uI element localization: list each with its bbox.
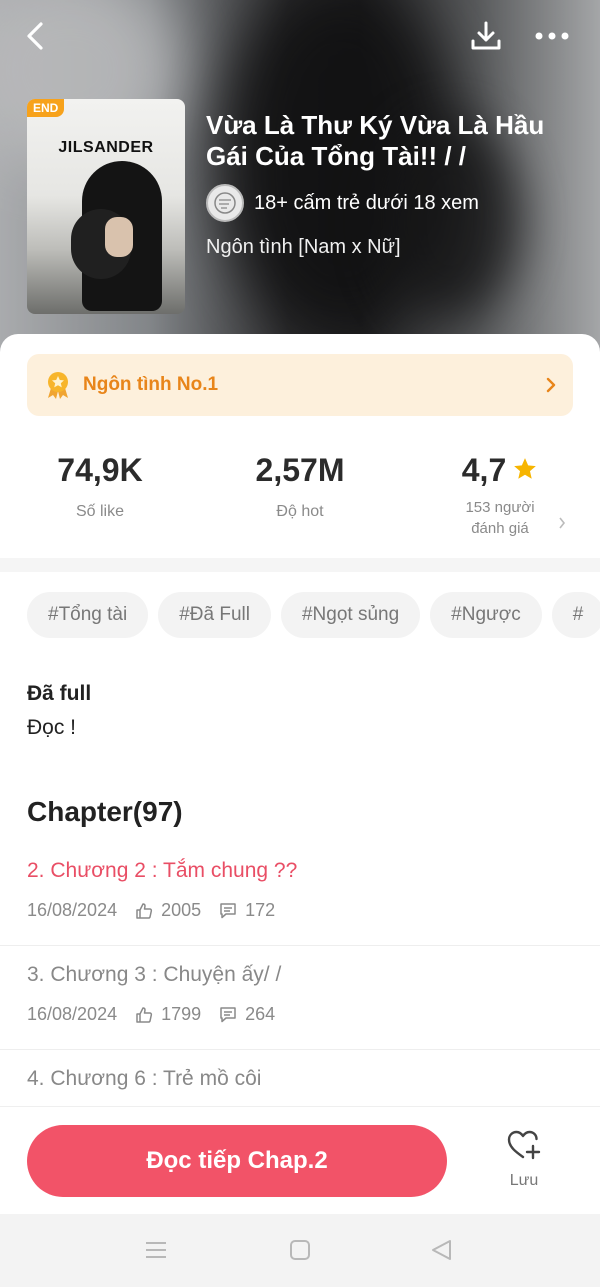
- hot-value: 2,57M: [255, 452, 345, 488]
- more-options-button[interactable]: [532, 16, 572, 56]
- cover-brand: JILSANDER: [58, 139, 154, 156]
- chapter-date: 16/08/2024: [27, 1004, 118, 1024]
- bottom-action-bar: Đọc tiếp Chap.2 Lưu: [0, 1106, 600, 1215]
- save-button[interactable]: Lưu: [496, 1129, 552, 1190]
- genre-label: Ngôn tình [Nam x Nữ]: [206, 236, 401, 258]
- comment-icon: [220, 902, 236, 918]
- hot-stat: 2,57M Độ hot: [240, 452, 360, 521]
- menu-icon[interactable]: [145, 1238, 167, 1262]
- tag-list: #Tổng tài #Đã Full #Ngọt sủng #Ngược #: [27, 592, 600, 640]
- description-title: Đã full: [27, 682, 92, 705]
- chapter-meta: 16/08/2024 1799 264: [27, 1004, 275, 1025]
- stats-row: 74,9K Số like 2,57M Độ hot 4,7 153 người…: [0, 448, 600, 558]
- likes-value: 74,9K: [57, 452, 143, 488]
- chapter-meta: 16/08/2024 2005 172: [27, 900, 275, 921]
- continue-reading-button[interactable]: Đọc tiếp Chap.2: [27, 1125, 447, 1197]
- description-body: Đọc !: [27, 716, 77, 739]
- chapter-list-heading: Chapter(97): [27, 796, 183, 827]
- chapter-title: 4. Chương 6 : Trẻ mồ côi: [27, 1067, 262, 1090]
- chapter-likes: 1799: [161, 1004, 202, 1024]
- rating-count-label: 153 người: [465, 499, 535, 516]
- download-icon: [471, 21, 501, 50]
- chevron-right-icon: [559, 517, 566, 529]
- section-divider: [0, 558, 600, 572]
- rating-stat[interactable]: 4,7 153 người đánh giá: [440, 452, 570, 539]
- likes-stat: 74,9K Số like: [40, 452, 160, 521]
- age-rating-text: 18+ cấm trẻ dưới 18 xem: [254, 191, 479, 214]
- chapter-date: 16/08/2024: [27, 900, 118, 920]
- thumbs-up-icon: [136, 1006, 153, 1023]
- more-icon: [535, 32, 569, 40]
- tag-chip[interactable]: #Ngược: [430, 592, 542, 638]
- chapter-comments: 172: [245, 900, 276, 920]
- age-rating-row: 18+ cấm trẻ dưới 18 xem: [206, 184, 479, 222]
- story-title: Vừa Là Thư Ký Vừa Là Hầu Gái Của Tổng Tà…: [206, 110, 545, 171]
- tag-chip[interactable]: #Đã Full: [158, 592, 271, 638]
- thumbs-up-icon: [136, 902, 153, 919]
- chevron-left-icon: [27, 22, 43, 50]
- hot-label: Độ hot: [276, 503, 324, 520]
- back-button[interactable]: [16, 16, 56, 56]
- heart-plus-icon: [507, 1130, 541, 1160]
- rating-value: 4,7: [461, 452, 507, 488]
- chapter-title: 3. Chương 3 : Chuyện ấy/ /: [27, 963, 282, 986]
- chevron-right-icon: [546, 377, 556, 393]
- download-button[interactable]: [466, 16, 506, 56]
- star-icon: [514, 457, 537, 479]
- system-navigation-bar: [0, 1214, 600, 1287]
- cover-image: JILSANDER: [27, 99, 185, 314]
- back-nav-icon[interactable]: [430, 1238, 454, 1262]
- end-badge: END: [27, 99, 65, 117]
- rank-banner[interactable]: Ngôn tình No.1: [27, 354, 573, 416]
- rating-count-label-2: đánh giá: [471, 520, 529, 537]
- chapter-item[interactable]: 2. Chương 2 : Tắm chung ?? 16/08/2024 20…: [0, 841, 600, 946]
- author-avatar-icon: [214, 192, 236, 214]
- chapter-title: 2. Chương 2 : Tắm chung ??: [27, 859, 298, 882]
- rank-label: Ngôn tình No.1: [83, 374, 219, 395]
- medal-icon: [48, 372, 68, 399]
- tag-chip[interactable]: #: [551, 592, 600, 638]
- likes-label: Số like: [75, 503, 125, 520]
- tag-chip[interactable]: #Tổng tài: [27, 592, 149, 638]
- home-icon[interactable]: [288, 1238, 312, 1262]
- chapter-likes: 2005: [161, 900, 202, 920]
- comment-icon: [220, 1006, 236, 1022]
- tag-chip[interactable]: #Ngọt sủng: [280, 592, 421, 638]
- save-label: Lưu: [509, 1172, 539, 1189]
- chapter-item[interactable]: 3. Chương 3 : Chuyện ấy/ / 16/08/2024 17…: [0, 945, 600, 1050]
- age-rating-avatar: [206, 184, 244, 222]
- chapter-comments: 264: [245, 1004, 276, 1024]
